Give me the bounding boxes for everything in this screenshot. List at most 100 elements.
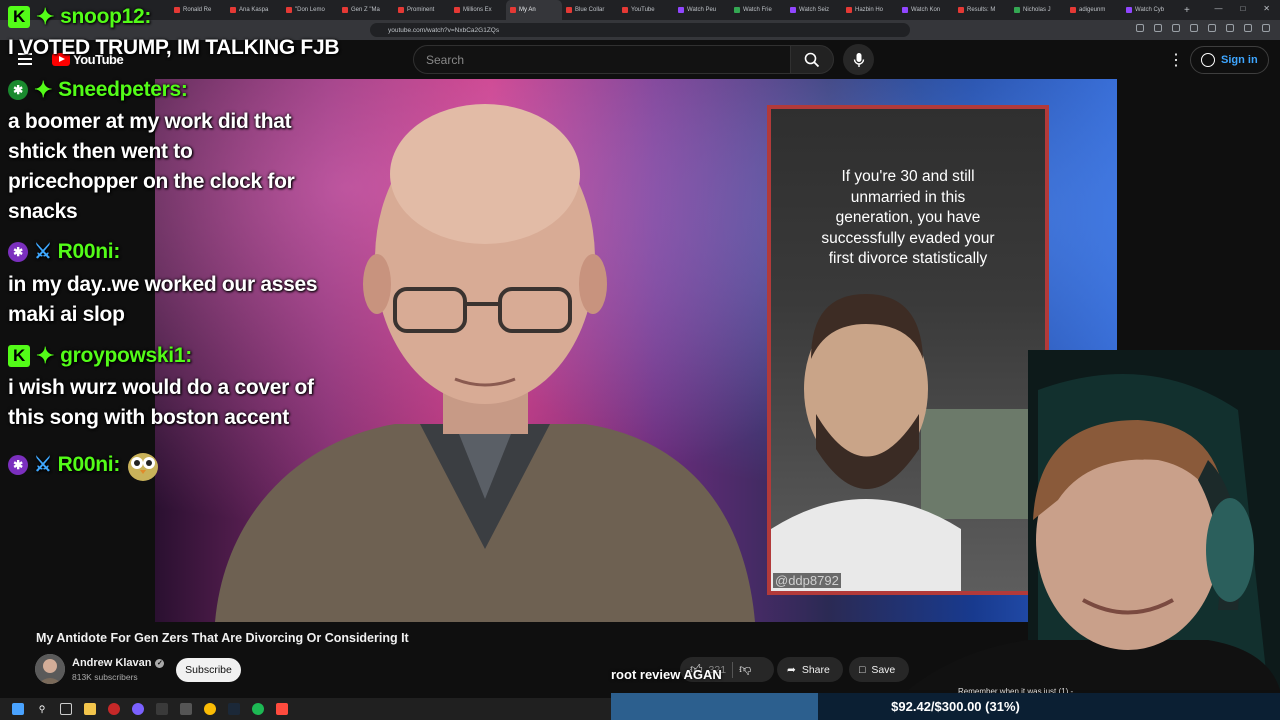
browser-tab[interactable]: adigeunm: [1066, 0, 1122, 20]
browser-tab[interactable]: Results: M: [954, 0, 1010, 20]
url-field[interactable]: youtube.com/watch?v=NxbCa2G1ZQs: [370, 23, 910, 37]
search-button[interactable]: [790, 45, 834, 74]
extension-icon[interactable]: [1154, 24, 1162, 32]
tab-favicon-icon: [454, 7, 460, 13]
channel-avatar[interactable]: [35, 654, 65, 684]
save-label: Save: [871, 663, 896, 676]
extension-icon[interactable]: [1208, 24, 1216, 32]
chat-username[interactable]: R00ni:: [58, 237, 121, 267]
close-icon[interactable]: ✕: [1263, 4, 1270, 13]
extension-icon[interactable]: [1172, 24, 1180, 32]
dislike-icon[interactable]: 👎︎: [739, 662, 751, 677]
extension-icon[interactable]: [1262, 24, 1270, 32]
more-options-icon[interactable]: ⋮: [1168, 50, 1184, 70]
share-button[interactable]: ➦ Share: [777, 657, 843, 682]
chat-message-line: I VOTED TRUMP, IM TALKING FJB: [8, 36, 340, 59]
chat-message-line: snacks: [8, 200, 78, 223]
minimize-icon[interactable]: —: [1214, 4, 1222, 13]
maximize-icon[interactable]: □: [1240, 4, 1245, 13]
browser-tab[interactable]: Watch Cyb: [1122, 0, 1178, 20]
sign-in-label: Sign in: [1221, 54, 1258, 66]
tab-favicon-icon: [1126, 7, 1132, 13]
browser-tab[interactable]: Blue Collar: [562, 0, 618, 20]
spotify-icon[interactable]: [252, 703, 264, 715]
chat-message-line: i wish wurz would do a cover of: [8, 376, 314, 399]
stream-caption: root review AGAN: [611, 667, 722, 682]
save-button[interactable]: □ Save: [849, 657, 909, 682]
extension-icon[interactable]: [1136, 24, 1144, 32]
browser-tab[interactable]: My An: [506, 0, 562, 20]
kick-badge-icon: K: [8, 345, 30, 367]
new-tab-button[interactable]: +: [1184, 5, 1190, 16]
short-text-line: successfully evaded your: [821, 229, 995, 247]
search-input[interactable]: Search: [413, 45, 791, 74]
chat-username-row: K ✦ snoop12:: [8, 2, 151, 32]
extension-icon[interactable]: [1226, 24, 1234, 32]
tab-favicon-icon: [510, 7, 516, 13]
short-text-line: unmarried in this: [850, 188, 966, 206]
app-icon[interactable]: [108, 703, 120, 715]
subscribe-button[interactable]: Subscribe: [176, 658, 241, 682]
short-text-line: first divorce statistically: [828, 250, 988, 267]
sword-badge-icon: ⚔: [34, 241, 52, 263]
share-icon: ➦: [787, 663, 796, 676]
subscriber-badge-icon: ✱: [8, 455, 28, 475]
search-icon[interactable]: ⚲: [36, 703, 48, 715]
chat-username[interactable]: R00ni:: [58, 450, 121, 480]
short-overlay-text: If you're 30 and still unmarried in this…: [793, 167, 1023, 270]
tab-favicon-icon: [790, 7, 796, 13]
donation-goal-bar: $92.42/$300.00 (31%): [611, 693, 1280, 720]
browser-tab[interactable]: Watch Peu: [674, 0, 730, 20]
subscriber-badge-icon: ✱: [8, 242, 28, 262]
goal-text: $92.42/$300.00 (31%): [891, 699, 1020, 714]
voice-search-button[interactable]: [843, 44, 874, 75]
short-creator-handle: @ddp8792: [773, 573, 841, 588]
tab-label: YouTube: [631, 7, 655, 13]
chat-username[interactable]: Sneedpeters:: [58, 75, 188, 105]
chrome-icon[interactable]: [204, 703, 216, 715]
sign-in-button[interactable]: Sign in: [1190, 46, 1269, 74]
browser-toolbar-icons: [1136, 24, 1270, 32]
browser-tab[interactable]: Nicholas J: [1010, 0, 1066, 20]
app-icon[interactable]: [180, 703, 192, 715]
chat-message-line: pricechopper on the clock for: [8, 170, 295, 193]
account-icon: [1201, 53, 1215, 67]
short-text-line: If you're 30 and still: [841, 168, 975, 185]
browser-tab[interactable]: Watch Kon: [898, 0, 954, 20]
browser-tab[interactable]: Watch Frie: [730, 0, 786, 20]
browser-tab[interactable]: YouTube: [618, 0, 674, 20]
stream-chat-overlay: K ✦ snoop12: I VOTED TRUMP, IM TALKING FJB ✱…: [0, 0, 340, 500]
browser-tab[interactable]: Gen Z "Ma: [338, 0, 394, 20]
short-text-line: generation, you have: [835, 209, 981, 226]
app-icon[interactable]: [132, 703, 144, 715]
task-view-icon[interactable]: [60, 703, 72, 715]
browser-tab[interactable]: Hazbin Ho: [842, 0, 898, 20]
chat-username[interactable]: groypowski1:: [60, 341, 192, 371]
tab-label: adigeunm: [1079, 7, 1106, 13]
tab-label: Prominent: [407, 7, 435, 13]
tab-favicon-icon: [678, 7, 684, 13]
verified-icon: ✓: [155, 658, 165, 668]
app-icon[interactable]: [156, 703, 168, 715]
url-text: youtube.com/watch?v=NxbCa2G1ZQs: [388, 26, 500, 34]
subscriber-count: 813K subscribers: [72, 672, 138, 682]
file-explorer-icon[interactable]: [84, 703, 96, 715]
browser-tab[interactable]: Prominent: [394, 0, 450, 20]
divider: [732, 661, 734, 678]
chat-username[interactable]: snoop12:: [60, 2, 151, 32]
tab-label: Millions Ex: [463, 7, 492, 13]
tab-label: Hazbin Ho: [855, 7, 884, 13]
windows-start-icon[interactable]: [12, 703, 24, 715]
steam-icon[interactable]: [228, 703, 240, 715]
chat-username-row: ✱ ⚔ R00ni:: [8, 237, 120, 267]
browser-tab[interactable]: Millions Ex: [450, 0, 506, 20]
chat-message-line: a boomer at my work did that: [8, 110, 292, 133]
search-icon: [804, 52, 820, 67]
extension-icon[interactable]: [1244, 24, 1252, 32]
extension-icon[interactable]: [1190, 24, 1198, 32]
channel-name[interactable]: Andrew Klavan ✓: [72, 657, 165, 669]
browser-tab[interactable]: Watch Seiz: [786, 0, 842, 20]
app-icon[interactable]: [276, 703, 288, 715]
tab-favicon-icon: [1070, 7, 1076, 13]
share-label: Share: [801, 663, 830, 676]
